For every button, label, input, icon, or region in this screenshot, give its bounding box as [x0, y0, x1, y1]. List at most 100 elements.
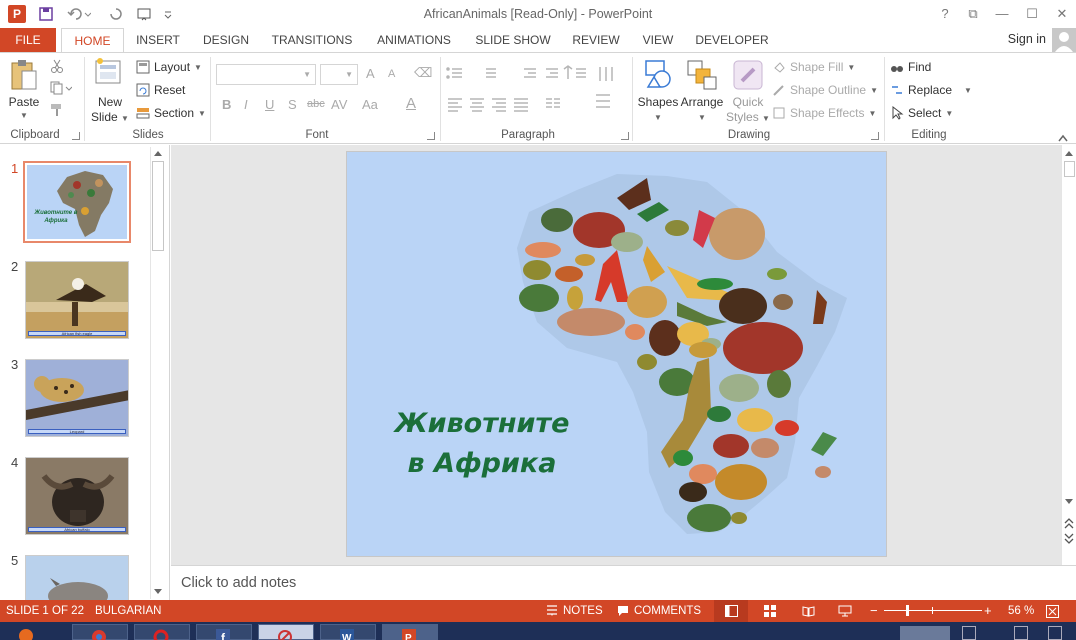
notes-placeholder[interactable]: Click to add notes [181, 575, 296, 591]
powerpoint-taskbar-icon[interactable]: P [382, 624, 438, 640]
tab-file[interactable]: FILE [0, 28, 56, 52]
reading-view-icon[interactable] [802, 605, 815, 617]
strikethrough-button[interactable]: abc [307, 98, 325, 110]
minimize-icon[interactable]: — [992, 4, 1012, 24]
scrollbar-thumb[interactable] [1064, 161, 1075, 177]
slide-thumbnail-5[interactable] [25, 555, 129, 601]
zoom-level[interactable]: 56 % [1008, 605, 1034, 617]
facebook-taskbar-icon[interactable]: f [196, 624, 252, 640]
slide-title[interactable]: Животните в Африка [377, 404, 587, 484]
tab-insert[interactable]: INSERT [130, 28, 186, 52]
quick-styles-button[interactable]: Quick Styles ▼ [726, 95, 770, 126]
cut-icon[interactable] [50, 59, 64, 76]
paste-dropdown-icon[interactable]: ▼ [20, 111, 28, 120]
tray-icon[interactable] [1014, 626, 1028, 640]
scroll-up-icon[interactable] [153, 149, 163, 157]
chrome-taskbar-icon[interactable] [72, 624, 128, 640]
grow-font-icon[interactable]: A [366, 66, 375, 81]
font-size-field[interactable]: ▼ [320, 64, 358, 85]
new-slide-icon[interactable] [94, 57, 124, 90]
slide-thumbnail-4[interactable]: African buffalo [25, 457, 129, 535]
app-taskbar-icon[interactable] [258, 624, 314, 640]
find-button[interactable]: Find [890, 60, 931, 74]
collapse-ribbon-icon[interactable] [1058, 131, 1068, 145]
zoom-out-button[interactable]: − [870, 603, 878, 618]
format-painter-icon[interactable] [50, 103, 64, 120]
change-case-button[interactable]: Aa [362, 97, 378, 112]
tray-icon[interactable] [962, 626, 976, 640]
slide-thumbnail-2[interactable]: African fish eagle [25, 261, 129, 339]
scrollbar-thumb[interactable] [152, 161, 164, 251]
scroll-down-icon[interactable] [153, 588, 163, 596]
tab-view[interactable]: VIEW [636, 28, 680, 52]
language-indicator[interactable]: BULGARIAN [95, 605, 161, 617]
scroll-up-icon[interactable] [1064, 149, 1074, 157]
tray-item[interactable] [900, 626, 950, 640]
normal-view-button[interactable] [714, 600, 748, 622]
slide-scrollbar[interactable] [1061, 145, 1076, 565]
paragraph-controls[interactable] [446, 63, 626, 123]
shapes-icon[interactable] [642, 59, 674, 94]
ribbon-display-options-icon[interactable]: ⧉ [963, 4, 983, 24]
tab-animations[interactable]: ANIMATIONS [368, 28, 460, 52]
slide-canvas[interactable]: Животните в Африка [346, 151, 887, 557]
word-taskbar-icon[interactable]: W [320, 624, 376, 640]
sign-in-link[interactable]: Sign in [1008, 32, 1046, 46]
tab-slide-show[interactable]: SLIDE SHOW [472, 28, 554, 52]
maximize-icon[interactable]: ☐ [1022, 4, 1042, 24]
thumbnail-scrollbar[interactable] [150, 147, 164, 599]
zoom-slider[interactable] [884, 605, 982, 616]
tab-review[interactable]: REVIEW [566, 28, 626, 52]
tab-developer[interactable]: DEVELOPER [692, 28, 772, 52]
paste-icon[interactable] [10, 59, 38, 96]
new-slide-label[interactable]: New Slide ▼ [88, 95, 132, 126]
font-launcher-icon[interactable] [427, 132, 435, 140]
section-button[interactable]: Section ▼ [136, 106, 206, 120]
select-button[interactable]: Select ▼ [890, 106, 953, 120]
close-icon[interactable]: ✕ [1052, 4, 1072, 24]
comments-button[interactable]: COMMENTS [634, 605, 701, 617]
arrange-button[interactable]: Arrange ▼ [680, 95, 724, 125]
quick-styles-icon[interactable] [732, 59, 764, 94]
replace-button[interactable]: Replace ▼ [890, 83, 972, 97]
tab-home[interactable]: HOME [61, 28, 124, 53]
next-slide-icon[interactable] [1064, 533, 1074, 545]
slide-show-icon[interactable] [838, 605, 852, 617]
notes-pane[interactable]: Click to add notes [171, 565, 1076, 600]
fit-to-window-icon[interactable] [1046, 605, 1059, 618]
previous-slide-icon[interactable] [1064, 517, 1074, 529]
shrink-font-icon[interactable]: A [388, 68, 395, 80]
shapes-button[interactable]: Shapes ▼ [636, 95, 680, 125]
shape-outline-button[interactable]: Shape Outline ▼ [772, 83, 878, 97]
slide-thumbnail-3[interactable]: Leopard [25, 359, 129, 437]
reset-button[interactable]: Reset [136, 83, 185, 97]
notes-button[interactable]: NOTES [563, 605, 603, 617]
drawing-launcher-icon[interactable] [871, 132, 879, 140]
slide-thumbnail-1[interactable]: Животните в Африка [23, 161, 131, 243]
font-color-button[interactable]: A [406, 95, 416, 112]
tab-transitions[interactable]: TRANSITIONS [266, 28, 358, 52]
paragraph-launcher-icon[interactable] [621, 132, 629, 140]
shape-fill-button[interactable]: Shape Fill ▼ [772, 60, 855, 74]
tray-icon[interactable] [1048, 626, 1062, 640]
help-icon[interactable]: ? [935, 4, 955, 24]
layout-button[interactable]: Layout ▼ [136, 60, 202, 74]
character-spacing-button[interactable]: AV [331, 97, 347, 112]
bold-button[interactable]: B [222, 97, 231, 112]
underline-button[interactable]: U [265, 97, 274, 112]
opera-taskbar-icon[interactable] [134, 624, 190, 640]
clear-formatting-icon[interactable]: ⌫ [414, 65, 432, 81]
text-shadow-button[interactable]: S [288, 97, 297, 112]
slide-sorter-icon[interactable] [764, 605, 777, 617]
tab-design[interactable]: DESIGN [196, 28, 256, 52]
zoom-slider-thumb[interactable] [906, 605, 909, 616]
clipboard-launcher-icon[interactable] [72, 132, 80, 140]
scroll-down-icon[interactable] [1064, 498, 1074, 506]
copy-icon[interactable] [50, 81, 73, 98]
shape-effects-button[interactable]: Shape Effects ▼ [772, 106, 876, 120]
italic-button[interactable]: I [244, 97, 248, 112]
zoom-in-button[interactable]: + [984, 603, 992, 618]
font-name-field[interactable]: ▼ [216, 64, 316, 85]
avatar[interactable] [1052, 28, 1076, 52]
firefox-taskbar-icon[interactable] [0, 624, 52, 640]
